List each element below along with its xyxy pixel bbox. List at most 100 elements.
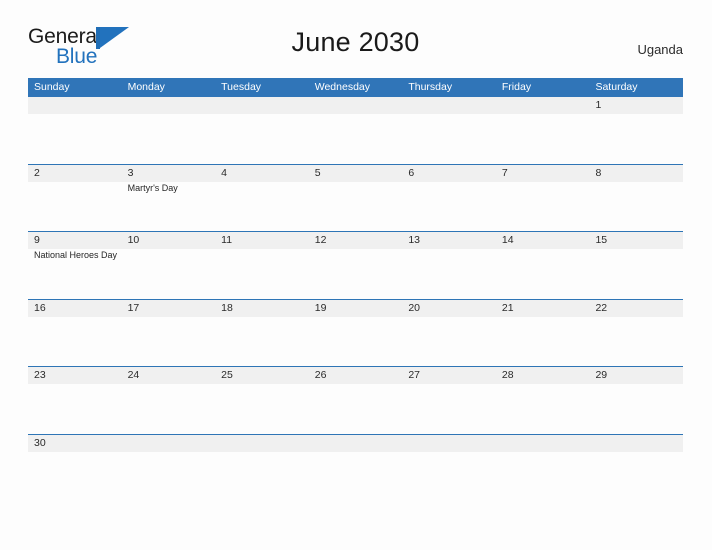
calendar-day-cell[interactable]: 21 xyxy=(495,299,590,367)
weekday-header-tuesday: Tuesday xyxy=(221,81,262,93)
day-number-band xyxy=(28,97,122,114)
calendar-day-cell[interactable]: 18 xyxy=(215,299,309,367)
weekday-header-friday: Friday xyxy=(501,81,532,93)
calendar-day-cell[interactable]: 22 xyxy=(589,299,684,367)
calendar-week-row: 23 24 25 26 27 28 29 xyxy=(28,366,684,434)
calendar-empty-cell xyxy=(495,97,590,164)
calendar-empty-cell xyxy=(121,434,216,462)
calendar-day-cell[interactable]: 7 xyxy=(495,164,590,232)
calendar-week-row: 9 National Heroes Day 10 11 12 13 14 15 xyxy=(28,231,684,299)
day-number-band xyxy=(589,164,684,182)
day-number: 22 xyxy=(595,301,608,314)
day-number: 18 xyxy=(221,301,233,314)
day-number-band xyxy=(402,434,496,452)
calendar-day-cell[interactable]: 1 xyxy=(589,97,684,164)
day-number-band xyxy=(28,232,122,249)
calendar-day-cell[interactable]: 12 xyxy=(308,232,403,299)
calendar-empty-cell xyxy=(121,97,216,164)
page-header: General Blue June 2030 Uganda xyxy=(28,24,683,72)
day-number: 3 xyxy=(127,166,134,179)
weekday-header-saturday: Saturday xyxy=(595,81,638,93)
calendar-day-cell[interactable]: 13 xyxy=(402,232,496,299)
day-number-band xyxy=(215,164,309,182)
day-number-band xyxy=(589,434,684,452)
region-label: Uganda xyxy=(637,42,683,57)
day-number-band xyxy=(495,164,590,182)
day-number: 28 xyxy=(501,369,514,381)
calendar-week-row: 2 3 Martyr's Day 4 5 6 7 8 xyxy=(28,163,684,232)
day-number-band xyxy=(121,164,216,182)
calendar-empty-cell xyxy=(495,434,590,462)
calendar-day-cell[interactable]: 14 xyxy=(495,232,590,299)
calendar-weeks: 1 2 3 Martyr's Day 4 5 6 7 8 9 National Heroes Day… xyxy=(28,97,684,462)
day-events: Martyr's Day xyxy=(128,182,212,195)
weekday-header-sunday: Sunday xyxy=(34,81,70,93)
calendar-day-cell[interactable]: 17 xyxy=(121,299,216,367)
day-number-band xyxy=(121,97,216,114)
calendar-day-cell[interactable]: 2 xyxy=(28,164,122,232)
calendar-page: General Blue June 2030 Uganda Sunday Mon… xyxy=(0,0,712,550)
calendar-day-cell[interactable]: 26 xyxy=(308,367,403,434)
calendar-week-cells: 16 17 18 19 20 21 22 xyxy=(28,299,684,367)
day-event-label: Martyr's Day xyxy=(127,182,178,193)
calendar-day-cell[interactable]: 16 xyxy=(28,299,122,367)
calendar-day-cell[interactable]: 5 xyxy=(308,164,403,232)
day-number: 26 xyxy=(314,369,327,381)
calendar-day-cell[interactable]: 19 xyxy=(308,299,403,367)
calendar-week-cells: 23 24 25 26 27 28 29 xyxy=(28,367,684,434)
weekday-header-wednesday: Wednesday xyxy=(314,81,370,93)
calendar-week-row: 1 xyxy=(28,97,684,164)
calendar-day-cell[interactable]: 29 xyxy=(589,367,684,434)
day-event-label: National Heroes Day xyxy=(34,250,118,260)
day-number: 1 xyxy=(595,99,602,111)
day-number: 29 xyxy=(595,369,608,381)
calendar-day-cell[interactable]: 30 xyxy=(28,434,122,462)
day-number-band xyxy=(495,434,590,452)
calendar-day-cell[interactable]: 23 xyxy=(28,367,122,434)
calendar-week-cells: 9 National Heroes Day 10 11 12 13 14 15 xyxy=(28,232,684,299)
day-number: 8 xyxy=(595,166,602,179)
day-number: 17 xyxy=(127,301,140,314)
day-number: 21 xyxy=(501,301,514,314)
day-number-band xyxy=(308,97,403,114)
calendar-day-cell[interactable]: 25 xyxy=(215,367,309,434)
calendar-day-cell[interactable]: 28 xyxy=(495,367,590,434)
day-number: 2 xyxy=(34,166,40,179)
day-number-band xyxy=(308,434,403,452)
day-number-band xyxy=(215,97,309,114)
calendar-day-cell[interactable]: 24 xyxy=(121,367,216,434)
day-number-band xyxy=(402,164,496,182)
calendar-day-cell[interactable]: 20 xyxy=(402,299,496,367)
calendar-empty-cell xyxy=(215,97,309,164)
day-number-band xyxy=(28,164,122,182)
day-number: 13 xyxy=(408,234,420,246)
day-number: 10 xyxy=(127,234,140,246)
day-number: 7 xyxy=(501,166,508,179)
day-events: National Heroes Day xyxy=(34,249,118,262)
day-number: 16 xyxy=(34,301,46,314)
calendar-day-cell[interactable]: 8 xyxy=(589,164,684,232)
day-number-band xyxy=(121,434,216,452)
calendar-empty-cell xyxy=(589,434,684,462)
calendar-week-cells: 30 xyxy=(28,434,684,462)
day-number: 24 xyxy=(127,369,140,381)
weekday-header-thursday: Thursday xyxy=(408,81,453,93)
calendar-day-cell[interactable]: 3 Martyr's Day xyxy=(121,164,216,232)
calendar-day-cell[interactable]: 9 National Heroes Day xyxy=(28,232,122,299)
calendar-day-cell[interactable]: 10 xyxy=(121,232,216,299)
calendar-day-cell[interactable]: 15 xyxy=(589,232,684,299)
calendar-grid: Sunday Monday Tuesday Wednesday Thursday… xyxy=(28,78,684,462)
calendar-week-cells: 2 3 Martyr's Day 4 5 6 7 8 xyxy=(28,164,684,232)
day-number: 12 xyxy=(314,234,327,246)
calendar-empty-cell xyxy=(402,434,496,462)
calendar-day-cell[interactable]: 11 xyxy=(215,232,309,299)
day-number: 5 xyxy=(314,166,321,179)
calendar-day-cell[interactable]: 4 xyxy=(215,164,309,232)
weekday-header-row: Sunday Monday Tuesday Wednesday Thursday… xyxy=(28,78,683,97)
calendar-day-cell[interactable]: 6 xyxy=(402,164,496,232)
day-number-band xyxy=(402,97,496,114)
day-number: 27 xyxy=(408,369,420,381)
day-number-band xyxy=(495,97,590,114)
calendar-day-cell[interactable]: 27 xyxy=(402,367,496,434)
calendar-empty-cell xyxy=(308,97,403,164)
